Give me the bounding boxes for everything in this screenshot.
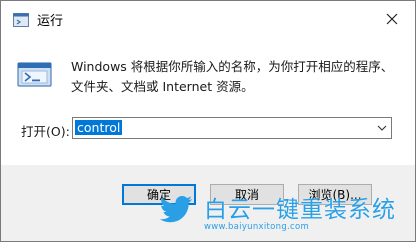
twitter-bird-icon — [160, 194, 194, 224]
watermark: 白云一键重装系统 www.baiyunxitong.com — [160, 192, 410, 238]
close-icon — [386, 13, 398, 25]
dropdown-button[interactable] — [373, 118, 391, 138]
watermark-url: www.baiyunxitong.com — [204, 222, 310, 232]
close-button[interactable] — [379, 7, 405, 31]
open-input[interactable]: control — [75, 120, 123, 135]
open-label: 打开(O): — [21, 124, 70, 139]
window-title: 运行 — [37, 14, 64, 29]
watermark-title: 白云一键重装系统 — [204, 197, 396, 223]
run-icon — [17, 61, 53, 89]
chevron-down-icon — [377, 125, 387, 131]
description-text: Windows 将根据你所输入的名称，为你打开相应的程序、 文件夹、文档或 In… — [71, 59, 394, 94]
dialog-content: Windows 将根据你所输入的名称，为你打开相应的程序、 文件夹、文档或 In… — [1, 37, 415, 165]
title-bar: 运行 — [1, 1, 415, 37]
run-app-icon — [13, 12, 29, 27]
open-combobox[interactable]: control — [72, 117, 392, 139]
